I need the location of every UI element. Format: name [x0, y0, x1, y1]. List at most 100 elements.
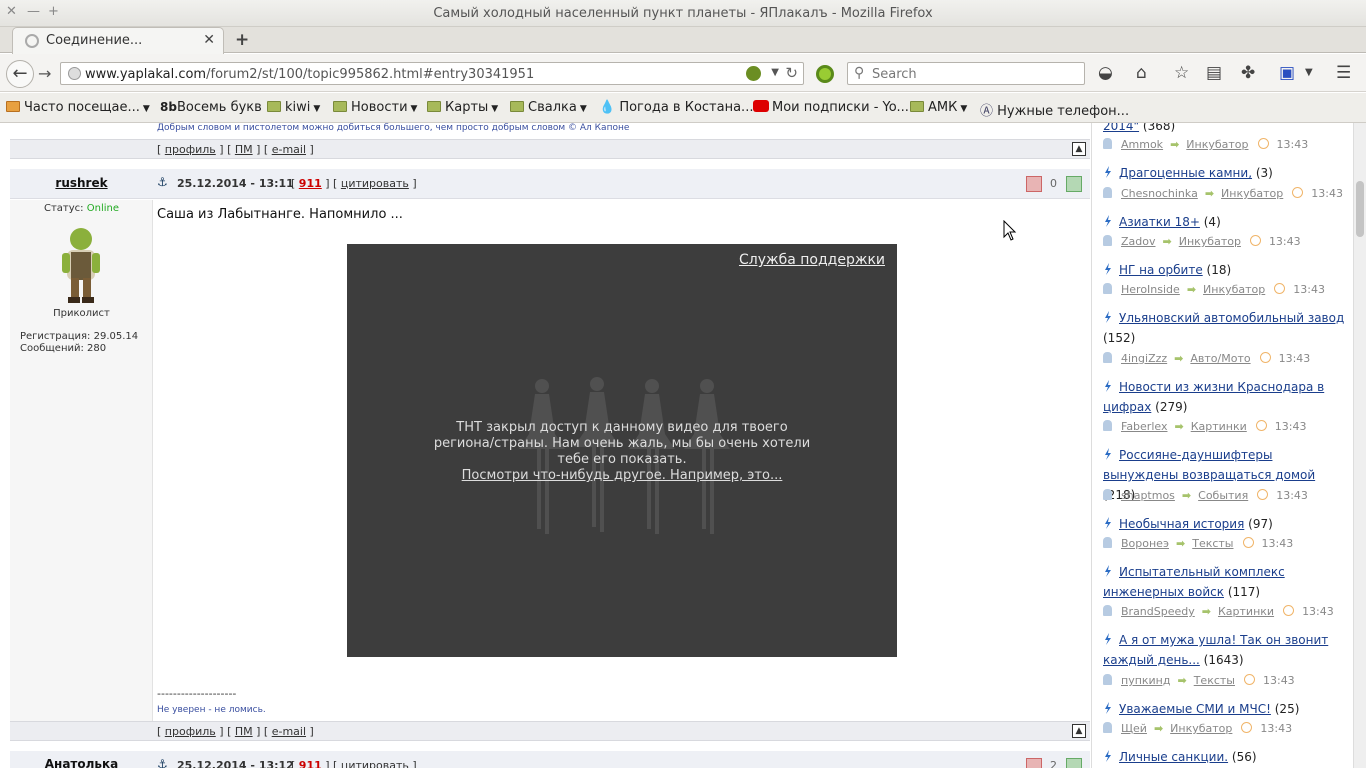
- anchor-icon[interactable]: ⚓: [157, 175, 168, 189]
- menu-icon[interactable]: ☰: [1336, 63, 1351, 83]
- bookmark-folder-kiwi[interactable]: kiwi ▼: [267, 100, 320, 115]
- sidebar-topic-category[interactable]: Инкубатор: [1170, 722, 1232, 735]
- support-link[interactable]: Служба поддержки: [739, 252, 885, 268]
- bookmark-folder-maps[interactable]: Карты ▼: [427, 100, 498, 115]
- translate-dropdown-icon[interactable]: ▼: [1305, 67, 1313, 78]
- sidebar-topic: Испытательный комплекс инженерных войск …: [1103, 562, 1348, 602]
- sidebar-topic-category[interactable]: Тексты: [1194, 674, 1235, 687]
- sidebar-topic-user[interactable]: shaptmos: [1121, 489, 1175, 502]
- reading-list-icon[interactable]: ▤: [1206, 63, 1222, 83]
- sidebar-topic-user[interactable]: 4ingiZzz: [1121, 352, 1167, 365]
- sidebar-topic-user[interactable]: Zadov: [1121, 235, 1156, 248]
- pm-link[interactable]: ПМ: [235, 725, 253, 738]
- bookmark-folder-dump[interactable]: Свалка ▼: [510, 100, 587, 115]
- profile-link[interactable]: профиль: [165, 725, 216, 738]
- watch-other-link[interactable]: Посмотри что-нибудь другое. Например, эт…: [462, 468, 783, 483]
- quote-link[interactable]: цитировать: [341, 177, 409, 190]
- sidebar-topic-link[interactable]: Азиатки 18+: [1119, 215, 1200, 229]
- new-tab-button[interactable]: +: [235, 30, 249, 50]
- home-icon[interactable]: ⌂: [1136, 63, 1147, 83]
- sidebar-topic-user[interactable]: пупкинд: [1121, 674, 1170, 687]
- bookmark-star-icon[interactable]: ☆: [1174, 63, 1189, 83]
- sidebar-topic-category[interactable]: Тексты: [1192, 537, 1233, 550]
- sidebar-topic-category[interactable]: Инкубатор: [1221, 187, 1283, 200]
- sidebar-topic-link[interactable]: Уважаемые СМИ и МЧС!: [1119, 702, 1271, 716]
- sidebar-topic-user[interactable]: Воронеэ: [1121, 537, 1169, 550]
- forward-button[interactable]: →: [38, 64, 51, 83]
- mask-icon[interactable]: ◒: [1098, 63, 1113, 83]
- sidebar-topic-user[interactable]: Ammok: [1121, 138, 1163, 151]
- sidebar-topic-link[interactable]: Драгоценные камни,: [1119, 166, 1252, 180]
- site-identity-icon[interactable]: [68, 67, 81, 80]
- bookmark-weather[interactable]: 💧 Погода в Костана...: [599, 100, 753, 115]
- clock-icon: [1242, 537, 1254, 548]
- sidebar-topic-user[interactable]: HeroInside: [1121, 283, 1180, 296]
- bookmark-most-visited[interactable]: Часто посещае... ▼: [6, 100, 150, 115]
- sidebar-topic-link[interactable]: НГ на орбите: [1119, 263, 1203, 277]
- profile-link[interactable]: профиль: [165, 143, 216, 156]
- url-history-dropdown-icon[interactable]: ▼: [771, 67, 779, 78]
- post-number-link[interactable]: 911: [299, 759, 322, 768]
- anchor-icon[interactable]: ⚓: [157, 757, 168, 768]
- search-input[interactable]: ⚲ Search: [847, 62, 1085, 85]
- sidebar-topic-link[interactable]: Необычная история: [1119, 517, 1244, 531]
- sidebar-topic-link[interactable]: 2014": [1103, 123, 1139, 133]
- sidebar-topic-category[interactable]: Инкубатор: [1179, 235, 1241, 248]
- translate-icon[interactable]: ▣: [1279, 63, 1295, 83]
- thumbs-down-icon[interactable]: [1026, 758, 1042, 768]
- avatar[interactable]: [56, 225, 106, 305]
- thumbs-down-icon[interactable]: [1026, 176, 1042, 192]
- scroll-top-icon[interactable]: ▲: [1072, 724, 1086, 738]
- sidebar-topic-link[interactable]: Россияне-дауншифтеры вынуждены возвращат…: [1103, 448, 1315, 482]
- addon-status-icon[interactable]: [746, 66, 761, 81]
- clock-icon: [1283, 605, 1295, 616]
- back-button[interactable]: ←: [6, 60, 34, 88]
- pm-link[interactable]: ПМ: [235, 143, 253, 156]
- post-author[interactable]: rushrek: [10, 176, 153, 190]
- video-player[interactable]: Служба поддержки ТНТ закрыл доступ к дан…: [347, 244, 897, 657]
- scroll-top-icon[interactable]: ▲: [1072, 142, 1086, 156]
- sidebar-topic-link[interactable]: Новости из жизни Краснодара в цифрах: [1103, 380, 1324, 414]
- addon-puzzle-icon[interactable]: ✤: [1241, 63, 1255, 83]
- topic-arrow-icon: [1105, 448, 1111, 460]
- sidebar-topic-category[interactable]: Инкубатор: [1186, 138, 1248, 151]
- sidebar-topic-link[interactable]: Ульяновский автомобильный завод: [1119, 311, 1344, 325]
- sidebar-topic-category[interactable]: Картинки: [1218, 605, 1274, 618]
- sidebar-topic-user[interactable]: Щей: [1121, 722, 1147, 735]
- email-link[interactable]: e-mail: [272, 725, 306, 738]
- bookmark-youtube-subscriptions[interactable]: Мои подписки - Yo...: [753, 100, 909, 115]
- chevron-down-icon: ▼: [579, 104, 587, 114]
- arrow-right-icon: ➡: [1153, 722, 1164, 735]
- reload-icon[interactable]: ↻: [785, 64, 798, 82]
- bookmark-vosem-bukv[interactable]: 8bВосемь букв: [160, 100, 262, 115]
- close-tab-icon[interactable]: ✕: [203, 32, 215, 48]
- sidebar-topic-category[interactable]: Авто/Мото: [1190, 352, 1250, 365]
- addon-icon[interactable]: [816, 65, 834, 83]
- page-scrollbar[interactable]: [1353, 123, 1366, 768]
- user-icon: [1103, 352, 1112, 363]
- sidebar-topic-user[interactable]: Chesnochinka: [1121, 187, 1198, 200]
- sidebar-topic-user[interactable]: BrandSpeedy: [1121, 605, 1195, 618]
- url-bar[interactable]: www.yaplakal.com/forum2/st/100/topic9958…: [60, 62, 804, 85]
- url-text[interactable]: www.yaplakal.com/forum2/st/100/topic9958…: [85, 67, 534, 82]
- post-number-link[interactable]: 911: [299, 177, 322, 190]
- sidebar-topic-category[interactable]: Картинки: [1191, 420, 1247, 433]
- sidebar-topic-category[interactable]: События: [1198, 489, 1248, 502]
- bookmark-folder-amk[interactable]: АМК ▼: [910, 100, 967, 115]
- scrollbar-thumb[interactable]: [1356, 181, 1364, 237]
- post-author[interactable]: Анатолька: [10, 757, 153, 768]
- bookmark-folder-news[interactable]: Новости ▼: [333, 100, 417, 115]
- email-link[interactable]: e-mail: [272, 143, 306, 156]
- sidebar-topic-link[interactable]: Личные санкции.: [1119, 750, 1228, 764]
- sidebar-topic-user[interactable]: Faberlex: [1121, 420, 1167, 433]
- quote-link[interactable]: цитировать: [341, 759, 409, 768]
- thumbs-up-icon[interactable]: [1066, 176, 1082, 192]
- arrow-right-icon: ➡: [1186, 283, 1197, 296]
- sidebar-topic-meta: Щей ➡ Инкубатор 13:43: [1103, 722, 1292, 736]
- tab-active[interactable]: Соединение... ✕: [12, 27, 224, 54]
- sidebar-topic-category[interactable]: Инкубатор: [1203, 283, 1265, 296]
- rating-count: 2: [1050, 759, 1057, 768]
- sidebar-topic-meta: shaptmos ➡ События 13:43: [1103, 489, 1308, 503]
- thumbs-up-icon[interactable]: [1066, 758, 1082, 768]
- bookmark-phones[interactable]: Ⓐ Нужные телефон...: [980, 100, 1129, 119]
